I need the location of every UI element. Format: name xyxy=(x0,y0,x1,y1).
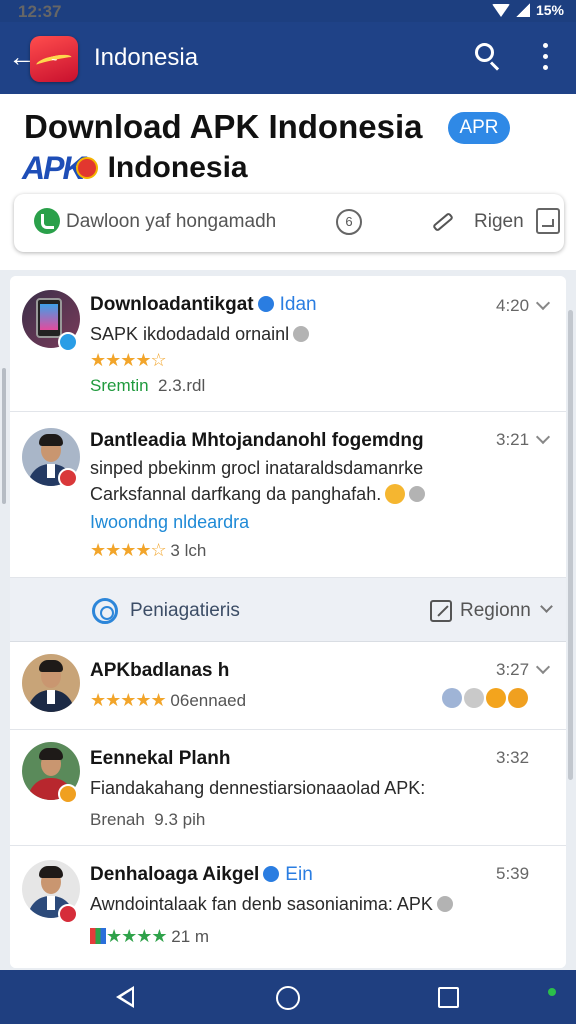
pen-icon[interactable] xyxy=(428,208,458,236)
app-badge-icon xyxy=(58,904,78,924)
rating-stars: ★★★★☆ xyxy=(90,540,167,560)
app-logo: ~ xyxy=(30,36,78,82)
brand-emblem-icon xyxy=(75,157,98,179)
item-meta: ★★★★★ 06ennaed xyxy=(90,690,247,710)
item-time: 3:21 xyxy=(496,430,530,449)
status-icons: 15% xyxy=(491,2,564,18)
app-badge-icon xyxy=(58,784,78,804)
chevron-down-icon[interactable] xyxy=(535,295,551,311)
nav-back-icon[interactable] xyxy=(116,986,134,1008)
list-item[interactable]: Denhaloaga Aikgel Ein Awndointalaak fan d… xyxy=(10,846,566,968)
verified-icon xyxy=(263,866,280,882)
list-item[interactable]: APKbadlanas h ★★★★★ 06ennaed 3:27 xyxy=(10,642,566,730)
nav-home-icon[interactable] xyxy=(276,986,300,1010)
more-vert-icon[interactable] xyxy=(538,42,552,72)
item-title: Denhaloaga Aikgel Ein xyxy=(90,864,313,885)
edit-icon[interactable] xyxy=(430,600,452,622)
brand-row: APK Indonesia xyxy=(22,148,248,188)
item-text: SAPK ikdodadald ornainl xyxy=(90,324,310,345)
item-title: Eennekal Planh xyxy=(90,748,231,769)
chevron-down-icon[interactable] xyxy=(535,659,551,675)
item-meta: Sremtin 2.3.rdl xyxy=(90,376,206,395)
item-time: 3:27 xyxy=(496,660,530,679)
chevron-down-icon[interactable] xyxy=(535,429,551,445)
rating-stars: ★★★★☆ xyxy=(90,350,167,370)
app-badge-icon xyxy=(58,468,78,488)
chevron-down-icon[interactable] xyxy=(540,600,553,613)
search-input[interactable]: Dawloon yaf hongamadh xyxy=(66,211,276,233)
list-item[interactable]: Dantleadia Mhtojandanohl fogemdng sinped… xyxy=(10,412,566,578)
item-meta: ★★★★ 21 m xyxy=(90,926,209,947)
status-bar: 12:37 15% xyxy=(0,0,576,22)
emoji-icon xyxy=(385,484,406,504)
item-title: Downloadantikgat Idan xyxy=(90,294,317,315)
app-bar: ← ~ Indonesia xyxy=(0,22,576,94)
nav-recents-icon[interactable] xyxy=(438,987,459,1008)
item-time: 4:20 xyxy=(496,296,530,315)
rating-stars: ★★★★★ xyxy=(90,690,167,710)
item-text: Carksfannal darfkang da panghafah. xyxy=(90,484,426,505)
verified-icon xyxy=(257,296,274,312)
app-badge-icon xyxy=(58,332,78,352)
apk-logo: APK xyxy=(22,149,86,186)
system-nav-bar xyxy=(0,970,576,1024)
search-circle-icon xyxy=(92,598,118,624)
section-header: Peniagatieris Regionn xyxy=(10,578,566,642)
item-title: APKbadlanas h xyxy=(90,660,230,681)
page-title: Download APK Indonesia xyxy=(24,108,423,145)
brand-name: Indonesia xyxy=(107,151,248,184)
region-filter-label[interactable]: Rigen xyxy=(474,211,524,233)
info-icon xyxy=(409,486,426,502)
phone-icon xyxy=(34,208,60,234)
item-meta: Brenah 9.3 pih xyxy=(90,810,206,829)
apr-badge[interactable]: APR xyxy=(448,112,510,144)
scrollbar[interactable] xyxy=(568,310,573,780)
app-bar-title: Indonesia xyxy=(94,44,199,71)
wifi-icon xyxy=(491,3,510,17)
item-time: 5:39 xyxy=(496,864,530,883)
app-icon xyxy=(90,928,106,944)
rating-stars: ★★★★ xyxy=(106,926,168,946)
list-item[interactable]: Eennekal Planh Fiandakahang dennestiarsi… xyxy=(10,730,566,846)
document-icon[interactable] xyxy=(536,208,560,234)
item-title: Dantleadia Mhtojandanohl fogemdng xyxy=(90,430,424,451)
reaction-icons xyxy=(442,688,528,708)
status-time: 12:37 xyxy=(18,2,62,21)
item-link[interactable]: Iwoondng nldeardra xyxy=(90,512,249,533)
item-text: Fiandakahang dennestiarsionaaolad APK: xyxy=(90,778,426,798)
info-icon xyxy=(436,896,453,912)
info-icon xyxy=(293,326,310,342)
item-text: Awndointalaak fan denb sasonianima: APK xyxy=(90,894,453,915)
item-meta: ★★★★☆ 3 lch xyxy=(90,540,207,560)
item-text: sinped pbekinm grocl inataraldsdamanrke xyxy=(90,458,424,478)
battery-level: 15% xyxy=(535,2,564,18)
left-scroll-indicator xyxy=(2,368,6,504)
avatar xyxy=(22,654,80,712)
search-bar[interactable]: Dawloon yaf hongamadh 6 Rigen xyxy=(14,194,564,252)
page-header: Download APK Indonesia APR APK Indonesia… xyxy=(0,94,576,270)
section-title: Peniagatieris xyxy=(130,600,240,621)
search-icon[interactable] xyxy=(474,42,502,71)
message-list: Downloadantikgat Idan SAPK ikdodadald orn… xyxy=(10,276,566,968)
indicator-dot-icon xyxy=(548,988,556,996)
list-item[interactable]: Downloadantikgat Idan SAPK ikdodadald orn… xyxy=(10,276,566,412)
item-time: 3:32 xyxy=(496,748,530,767)
region-dropdown[interactable]: Regionn xyxy=(460,600,531,622)
signal-icon xyxy=(515,3,530,17)
timer-icon[interactable]: 6 xyxy=(336,209,362,235)
